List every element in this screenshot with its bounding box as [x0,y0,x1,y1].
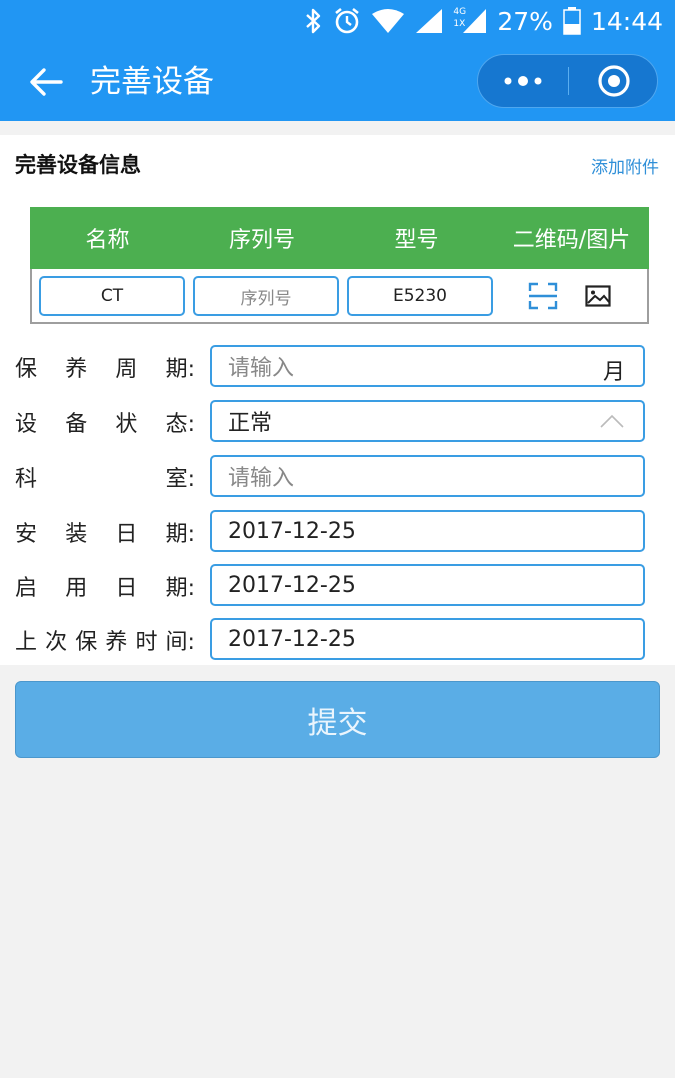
wifi-icon [371,8,405,34]
more-button[interactable] [478,55,568,107]
label-char: 状 [115,412,138,437]
model-input[interactable]: E5230 [347,276,493,316]
device-status-value: 正常 [228,411,273,436]
maintenance-cycle-label: 保 养 周 期: [15,345,195,389]
battery-percent: 27% [497,6,553,36]
status-time: 14:44 [590,6,663,36]
serial-input[interactable]: 序列号 [193,276,339,316]
label-char: 期: [165,522,195,547]
alarm-icon [333,7,361,35]
table-row: CT 序列号 E5230 [32,269,647,322]
back-button[interactable] [24,62,68,102]
more-dots-icon [504,76,542,86]
device-table: 名称 序列号 型号 二维码/图片 CT 序列号 E5230 [30,207,649,324]
label-char: 保 [75,630,98,655]
bluetooth-icon [305,8,323,34]
install-date-value: 2017-12-25 [228,518,356,544]
device-status-label: 设 备 状 态: [15,400,195,444]
submit-button[interactable]: 提交 [15,681,660,758]
month-unit: 月 [602,360,625,385]
last-maintenance-label: 上 次 保 养 时 间: [15,618,195,662]
label-char: 态: [165,412,195,437]
chevron-up-icon [599,410,625,440]
label-char: 设 [15,412,38,437]
department-placeholder: 请输入 [228,466,295,491]
label-char: 日 [115,522,138,547]
label-char: 养 [105,630,128,655]
label-char: 上 [15,630,38,655]
enable-date-row: 启 用 日 期: 2017-12-25 [0,564,675,608]
scan-qrcode-button[interactable] [527,280,559,312]
maintenance-cycle-row: 保 养 周 期: 请输入 月 [0,345,675,389]
enable-date-picker[interactable]: 2017-12-25 [210,564,645,606]
label-char: 安 [15,522,38,547]
status-bar: 4G 1X 27% 14:44 [0,0,675,42]
department-input[interactable]: 请输入 [210,455,645,497]
section-title: 完善设备信息 [15,153,141,177]
label-char: 周 [115,357,138,382]
image-icon [585,285,611,307]
target-icon [597,65,630,97]
close-mini-program-button[interactable] [569,55,658,107]
upload-image-button[interactable] [582,280,614,312]
network-sub-label: 1X [453,19,466,29]
mini-program-capsule [477,54,658,108]
nav-bar: 完善设备 [0,42,675,121]
label-char: 启 [15,576,38,601]
label-char: 期: [165,357,195,382]
label-char: 备 [65,412,88,437]
add-attachment-link[interactable]: 添加附件 [591,153,659,178]
label-char: 科 [15,467,38,492]
label-char: 期: [165,576,195,601]
label-char: 装 [65,522,88,547]
last-maintenance-row: 上 次 保 养 时 间: 2017-12-25 [0,618,675,662]
header-name: 名称 [85,228,130,253]
install-date-label: 安 装 日 期: [15,510,195,554]
battery-icon [563,7,581,35]
last-maintenance-picker[interactable]: 2017-12-25 [210,618,645,660]
label-char: 次 [45,630,68,655]
header-serial: 序列号 [228,228,295,253]
enable-date-label: 启 用 日 期: [15,564,195,608]
label-char: 室: [165,467,195,492]
enable-date-value: 2017-12-25 [228,572,356,598]
maintenance-cycle-placeholder: 请输入 [228,356,295,381]
header-qrcode-image: 二维码/图片 [512,228,631,253]
label-char: 间: [165,630,195,655]
department-row: 科 室: 请输入 [0,455,675,499]
label-char: 时 [135,630,158,655]
department-label: 科 室: [15,455,195,499]
signal-4g-icon: 4G 1X [453,7,487,35]
label-char: 日 [115,576,138,601]
maintenance-cycle-input[interactable]: 请输入 月 [210,345,645,387]
header-model: 型号 [394,228,439,253]
page-title: 完善设备 [90,64,214,100]
device-status-select[interactable]: 正常 [210,400,645,442]
label-char: 用 [65,576,88,601]
install-date-row: 安 装 日 期: 2017-12-25 [0,510,675,554]
arrow-left-icon [30,68,63,96]
name-input[interactable]: CT [39,276,185,316]
last-maintenance-value: 2017-12-25 [228,626,356,652]
label-char: 养 [65,357,88,382]
network-label: 4G [453,7,467,17]
install-date-picker[interactable]: 2017-12-25 [210,510,645,552]
device-status-row: 设 备 状 态: 正常 [0,400,675,444]
signal-icon [415,8,443,34]
app-header: 4G 1X 27% 14:44 完善设备 [0,0,675,121]
scan-icon [528,282,558,310]
table-header: 名称 序列号 型号 二维码/图片 [30,207,649,269]
label-char: 保 [15,357,38,382]
